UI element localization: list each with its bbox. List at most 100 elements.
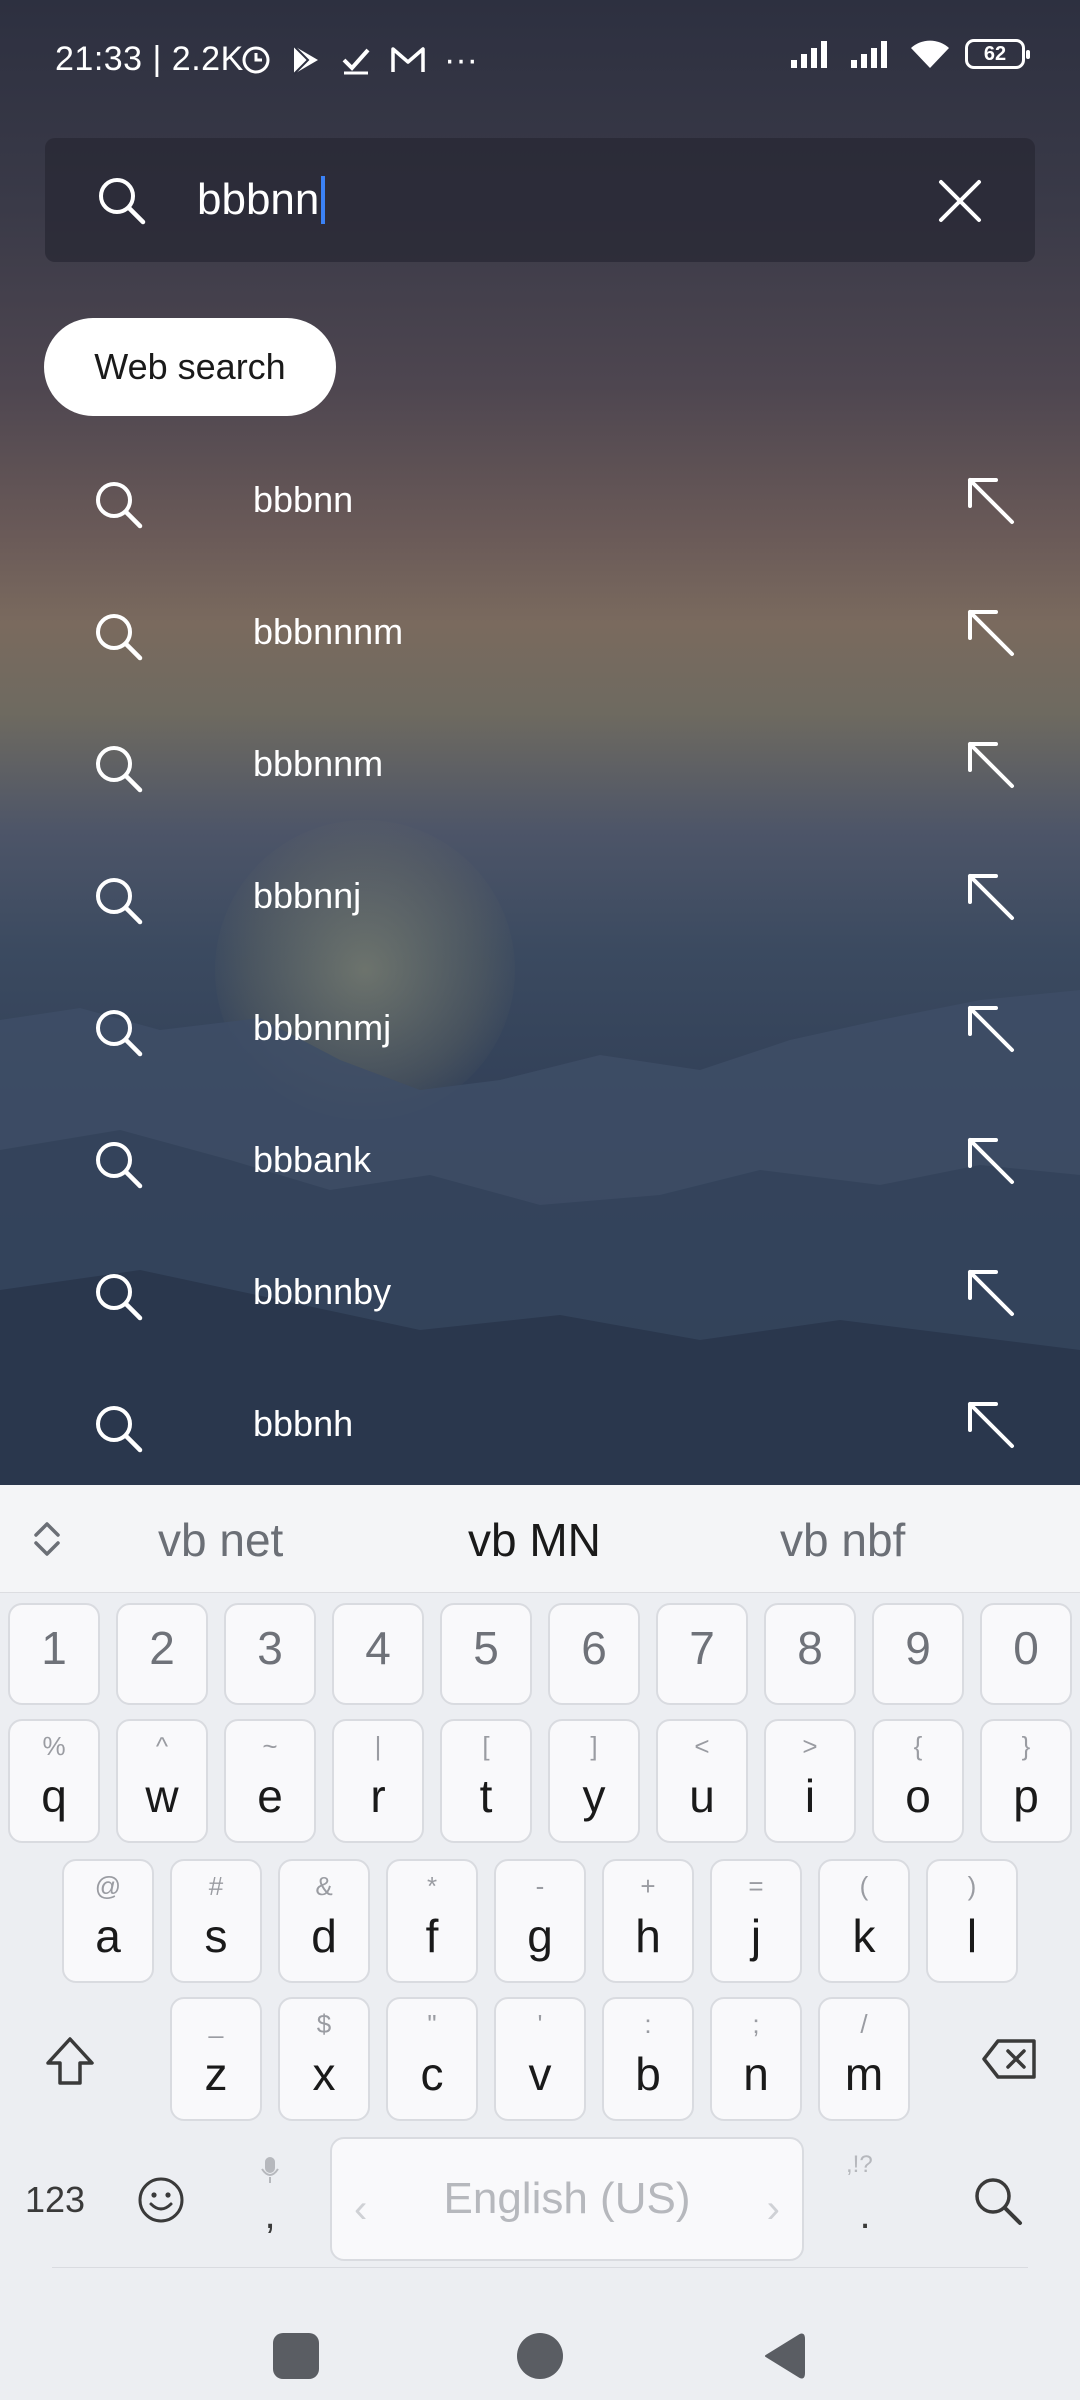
key-k[interactable]: (k (818, 1859, 910, 1983)
period-key[interactable]: . (845, 2185, 885, 2245)
key-7[interactable]: 7 (656, 1603, 748, 1705)
prediction-suggestion[interactable]: vb MN (468, 1513, 601, 1567)
key-i[interactable]: > i (764, 1719, 856, 1843)
search-bar[interactable]: bbbnn (45, 138, 1035, 262)
arrow-up-left-icon[interactable] (962, 1132, 1018, 1188)
suggestion-text: bbbnnj (253, 875, 362, 916)
web-search-button[interactable]: Web search (44, 318, 336, 416)
shift-icon[interactable] (42, 2033, 98, 2089)
key-z[interactable]: _ z (170, 1997, 262, 2121)
chevron-left-icon: ‹ (354, 2187, 368, 2231)
arrow-up-left-icon[interactable] (962, 736, 1018, 792)
key-secondary-label: $ (316, 2009, 332, 2039)
key-h[interactable]: + h (602, 1859, 694, 1983)
battery-icon: 62 (965, 39, 1030, 69)
chevron-right-icon: › (766, 2187, 780, 2231)
key-9[interactable]: 9 (872, 1603, 964, 1705)
search-icon[interactable] (970, 2173, 1024, 2227)
search-input[interactable]: bbbnn (197, 166, 897, 234)
key-j[interactable]: = j (710, 1859, 802, 1983)
suggestion-item[interactable]: bbbnnby (0, 1226, 1080, 1358)
key-n[interactable]: ; n (710, 1997, 802, 2121)
arrow-up-left-icon[interactable] (962, 868, 1018, 924)
key-e[interactable]: ~ e (224, 1719, 316, 1843)
key-v[interactable]: ' v (494, 1997, 586, 2121)
key-8[interactable]: 8 (764, 1603, 856, 1705)
key-2[interactable]: 2 (116, 1603, 208, 1705)
symbols-key[interactable]: 123 (20, 2175, 90, 2225)
suggestion-item[interactable]: bbbnnm (0, 698, 1080, 830)
key-l[interactable]: ) l (926, 1859, 1018, 1983)
prediction-suggestion[interactable]: vb nbf (780, 1513, 905, 1567)
key-o[interactable]: {o (872, 1719, 964, 1843)
period-key-sup: ,!? (846, 2151, 873, 2178)
space-key[interactable]: ‹ English (US) › (330, 2137, 804, 2261)
search-query: bbbnn (197, 175, 320, 224)
key-x[interactable]: $ x (278, 1997, 370, 2121)
key-s[interactable]: # s (170, 1859, 262, 1983)
key-a[interactable]: @ a (62, 1859, 154, 1983)
key-c[interactable]: " c (386, 1997, 478, 2121)
wifi-icon (911, 40, 949, 68)
key-secondary-label: | (374, 1731, 382, 1761)
backspace-icon[interactable] (980, 2037, 1038, 2081)
key-secondary-label: ' (537, 2009, 543, 2039)
suggestion-text: bbbnnmj (253, 1007, 392, 1048)
signal-icon-2 (851, 41, 887, 68)
key-r[interactable]: | r (332, 1719, 424, 1843)
key-label: h (635, 1910, 661, 1962)
key-b[interactable]: :b (602, 1997, 694, 2121)
search-icon (96, 614, 143, 661)
arrow-up-left-icon[interactable] (962, 1000, 1018, 1056)
suggestion-item[interactable]: bbbnnnm (0, 566, 1080, 698)
prediction-suggestion[interactable]: vb net (158, 1513, 283, 1567)
key-p[interactable]: } p (980, 1719, 1072, 1843)
expand-icon[interactable] (30, 1519, 64, 1559)
suggestion-item[interactable]: bbbnnj (0, 830, 1080, 962)
arrow-up-left-icon[interactable] (962, 472, 1018, 528)
key-label: c (420, 2048, 444, 2100)
key-4[interactable]: 4 (332, 1603, 424, 1705)
search-icon (96, 1010, 143, 1057)
key-secondary-label: - (535, 1871, 545, 1901)
key-label: j (750, 1910, 762, 1962)
key-3[interactable]: 3 (224, 1603, 316, 1705)
suggestion-list: bbbnn bbbnnnm bbbnnm bbbnnj bbbnnmj bbba… (0, 434, 1080, 1490)
key-m[interactable]: / m (818, 1997, 910, 2121)
arrow-up-left-icon[interactable] (962, 1264, 1018, 1320)
key-label: g (527, 1910, 553, 1962)
key-secondary-label: / (860, 2009, 868, 2039)
key-q[interactable]: % q (8, 1719, 100, 1843)
suggestion-item[interactable]: bbbank (0, 1094, 1080, 1226)
home-button[interactable] (517, 2333, 563, 2379)
gmail-icon (391, 47, 425, 72)
close-icon[interactable] (937, 178, 983, 224)
suggestion-item[interactable]: bbbnn (0, 434, 1080, 566)
key-f[interactable]: * f (386, 1859, 478, 1983)
search-icon (96, 482, 143, 529)
key-secondary-label: % (42, 1731, 66, 1761)
key-y[interactable]: ] y (548, 1719, 640, 1843)
key-g[interactable]: -g (494, 1859, 586, 1983)
arrow-up-left-icon[interactable] (962, 604, 1018, 660)
key-secondary-label: # (208, 1871, 224, 1901)
more-icon: ··· (444, 41, 478, 79)
suggestion-item[interactable]: bbbnh (0, 1358, 1080, 1490)
key-label: 9 (905, 1622, 931, 1674)
key-t[interactable]: [t (440, 1719, 532, 1843)
emoji-icon[interactable] (136, 2175, 186, 2225)
arrow-up-left-icon[interactable] (962, 1396, 1018, 1452)
suggestion-item[interactable]: bbbnnmj (0, 962, 1080, 1094)
key-5[interactable]: 5 (440, 1603, 532, 1705)
recents-button[interactable] (273, 2333, 319, 2379)
key-w[interactable]: ^ w (116, 1719, 208, 1843)
comma-key[interactable]: , (250, 2185, 290, 2245)
key-1[interactable]: 1 (8, 1603, 100, 1705)
key-6[interactable]: 6 (548, 1603, 640, 1705)
key-u[interactable]: < u (656, 1719, 748, 1843)
back-button[interactable] (760, 2331, 806, 2381)
key-d[interactable]: & d (278, 1859, 370, 1983)
key-0[interactable]: 0 (980, 1603, 1072, 1705)
key-secondary-label: @ (94, 1871, 122, 1901)
key-label: w (145, 1770, 179, 1822)
